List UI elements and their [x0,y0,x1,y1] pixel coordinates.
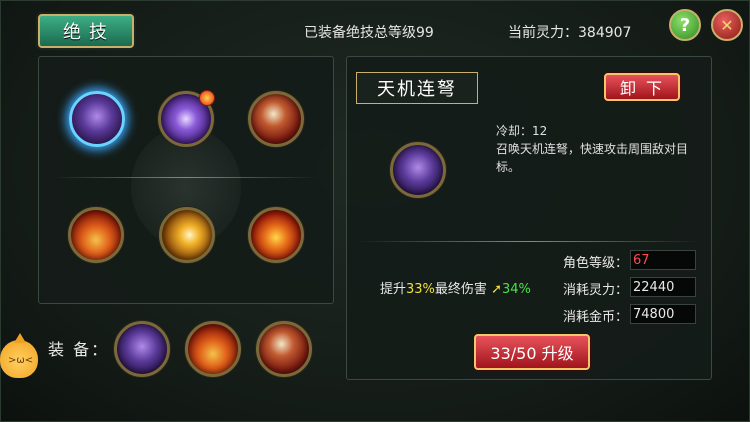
power-cost-value: 22440 [630,277,696,297]
skill-slot-slash[interactable] [159,207,215,263]
equip-slot-1[interactable] [114,321,170,377]
tab-skills[interactable]: 绝技 [38,14,134,48]
skill-slot-taiji[interactable] [158,90,215,147]
close-button[interactable]: ✕ [711,9,743,41]
skill-name: 天机连弩 [356,72,478,104]
help-icon: ? [679,14,691,36]
detail-divider [357,241,701,242]
skill-row-divider [53,177,317,178]
current-power: 当前灵力：384907 [508,25,632,41]
equip-slot-2[interactable] [185,321,241,377]
detail-skill-icon [390,142,446,198]
tab-skills-label: 绝技 [63,22,115,43]
boost-prefix: 提升 [380,282,407,297]
skill-slot-fire[interactable] [68,207,124,263]
skill-slot-crossbow[interactable] [69,91,125,147]
alert-dot-icon [199,90,215,106]
gold-cost-label: 消耗金币： [562,310,628,325]
arrow-up-icon: ➚ [491,282,502,297]
unload-button[interactable]: 卸下 [604,73,680,101]
equip-slot-3[interactable] [256,321,312,377]
boost-next: 34% [501,282,531,297]
skill-slot-light-slash[interactable] [248,207,304,263]
role-level-value: 67 [630,250,696,270]
cooldown-text: 冷却：12 [496,124,548,138]
boost-suffix: 最终伤害 [434,282,487,297]
help-button[interactable]: ? [669,9,701,41]
boost-current: 33% [406,282,435,297]
mascot-face: >ω< [8,355,34,366]
gold-cost-value: 74800 [630,304,696,324]
role-level-label: 角色等级： [562,256,628,271]
power-cost-label: 消耗灵力： [562,283,628,298]
close-icon: ✕ [720,15,734,35]
damage-boost: 提升33%最终伤害 ➚34% [380,278,531,297]
skill-description-line1: 召唤天机连弩，快速攻击周围敌对目 [496,142,689,156]
skill-slot-claw[interactable] [248,91,304,147]
equipped-total-level: 已装备绝技总等级99 [304,25,434,41]
equip-label: 装 备： [48,340,110,359]
skill-description-line2: 标。 [496,160,521,174]
skill-detail-panel [346,56,712,380]
upgrade-button[interactable]: 33/50 升级 [474,334,590,370]
mascot-icon[interactable]: >ω< [0,333,38,378]
